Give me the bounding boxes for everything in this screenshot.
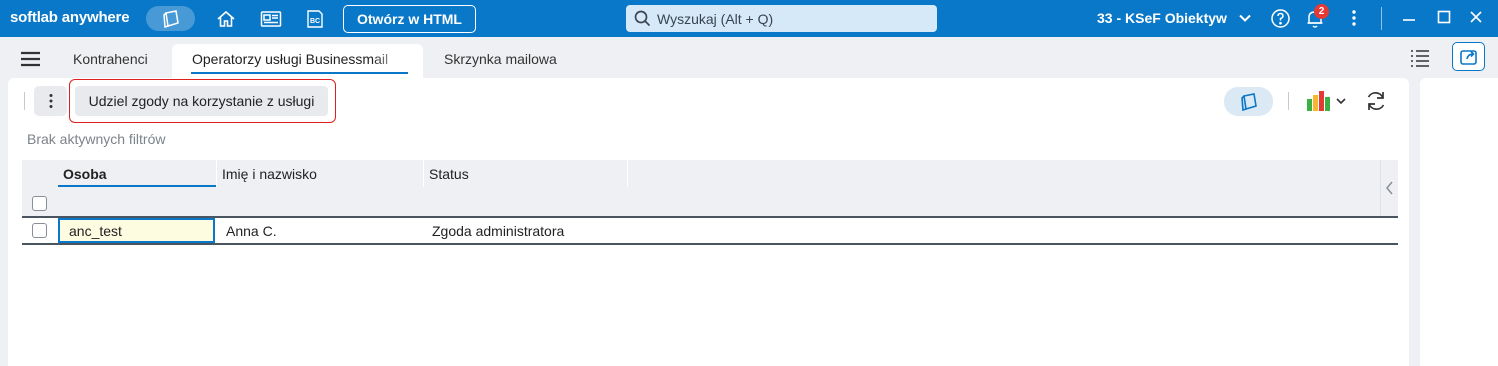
tab-strip: Kontrahenci Operatorzy usługi Businessma… (0, 37, 1498, 78)
refresh-icon[interactable] (1364, 89, 1388, 113)
hamburger-menu-icon[interactable] (20, 51, 41, 67)
minimize-icon[interactable] (1400, 8, 1418, 26)
cube-icon (162, 9, 179, 28)
toolbar-divider (24, 92, 25, 110)
toolbar-divider (1288, 92, 1289, 110)
bc-document-icon[interactable]: BC (304, 8, 326, 30)
cube-icon (1240, 92, 1257, 111)
chevron-down-icon[interactable] (1238, 11, 1252, 25)
maximize-icon[interactable] (1435, 8, 1453, 26)
table-row[interactable]: anc_test Anna C. Zgoda administratora (22, 216, 1398, 245)
search-placeholder: Wyszukaj (Alt + Q) (657, 10, 774, 27)
bar-chart-icon[interactable] (1306, 90, 1332, 112)
grid-header: Osoba Imię i nazwisko Status (22, 160, 1398, 216)
help-icon[interactable] (1270, 8, 1291, 29)
tab-text-fade (372, 51, 408, 69)
tab-skrzynka-mailowa[interactable]: Skrzynka mailowa (444, 51, 557, 67)
top-bar: softlab anywhere BC Otwórz w HTML Wyszuk… (0, 0, 1498, 37)
newspaper-icon[interactable] (260, 8, 282, 30)
share-icon (1459, 49, 1477, 65)
search-icon (634, 10, 651, 27)
chevron-down-icon[interactable] (1335, 96, 1347, 106)
more-vertical-icon (49, 94, 52, 108)
grant-consent-button[interactable]: Udziel zgody na korzystanie z usługi (75, 86, 328, 116)
brand-logo: softlab anywhere (10, 9, 130, 26)
cell-status[interactable]: Zgoda administratora (432, 218, 564, 243)
open-in-html-button[interactable]: Otwórz w HTML (343, 5, 476, 33)
select-all-checkbox[interactable] (32, 196, 47, 211)
more-vertical-icon[interactable] (1344, 8, 1364, 28)
column-header-imie-nazwisko[interactable]: Imię i nazwisko (216, 160, 423, 187)
active-filters-status: Brak aktywnych filtrów (27, 131, 166, 147)
side-panel (1420, 78, 1498, 366)
cell-osoba[interactable]: anc_test (58, 218, 215, 243)
grid-scroll-button[interactable] (1380, 160, 1398, 216)
cube-view-toggle[interactable] (1224, 87, 1273, 116)
active-tab-indicator (191, 72, 408, 74)
more-actions-button[interactable] (34, 86, 67, 116)
cell-imie-nazwisko[interactable]: Anna C. (226, 218, 277, 243)
share-button[interactable] (1452, 42, 1485, 71)
topbar-divider (1381, 7, 1382, 30)
search-input[interactable]: Wyszukaj (Alt + Q) (626, 5, 937, 32)
row-checkbox[interactable] (32, 223, 47, 238)
close-icon[interactable] (1467, 8, 1485, 26)
sorted-column-indicator (58, 185, 216, 187)
tab-kontrahenci[interactable]: Kontrahenci (73, 51, 148, 67)
home-icon[interactable] (215, 8, 237, 30)
chevron-left-icon (1385, 181, 1393, 195)
notification-badge: 2 (1314, 4, 1329, 19)
cube-toggle-button[interactable] (146, 6, 195, 31)
column-header-osoba[interactable]: Osoba (58, 160, 215, 187)
list-view-icon[interactable] (1409, 48, 1431, 68)
svg-text:BC: BC (310, 18, 320, 25)
column-header-status[interactable]: Status (423, 160, 628, 187)
company-selector[interactable]: 33 - KSeF Obiektyw (1097, 10, 1227, 26)
